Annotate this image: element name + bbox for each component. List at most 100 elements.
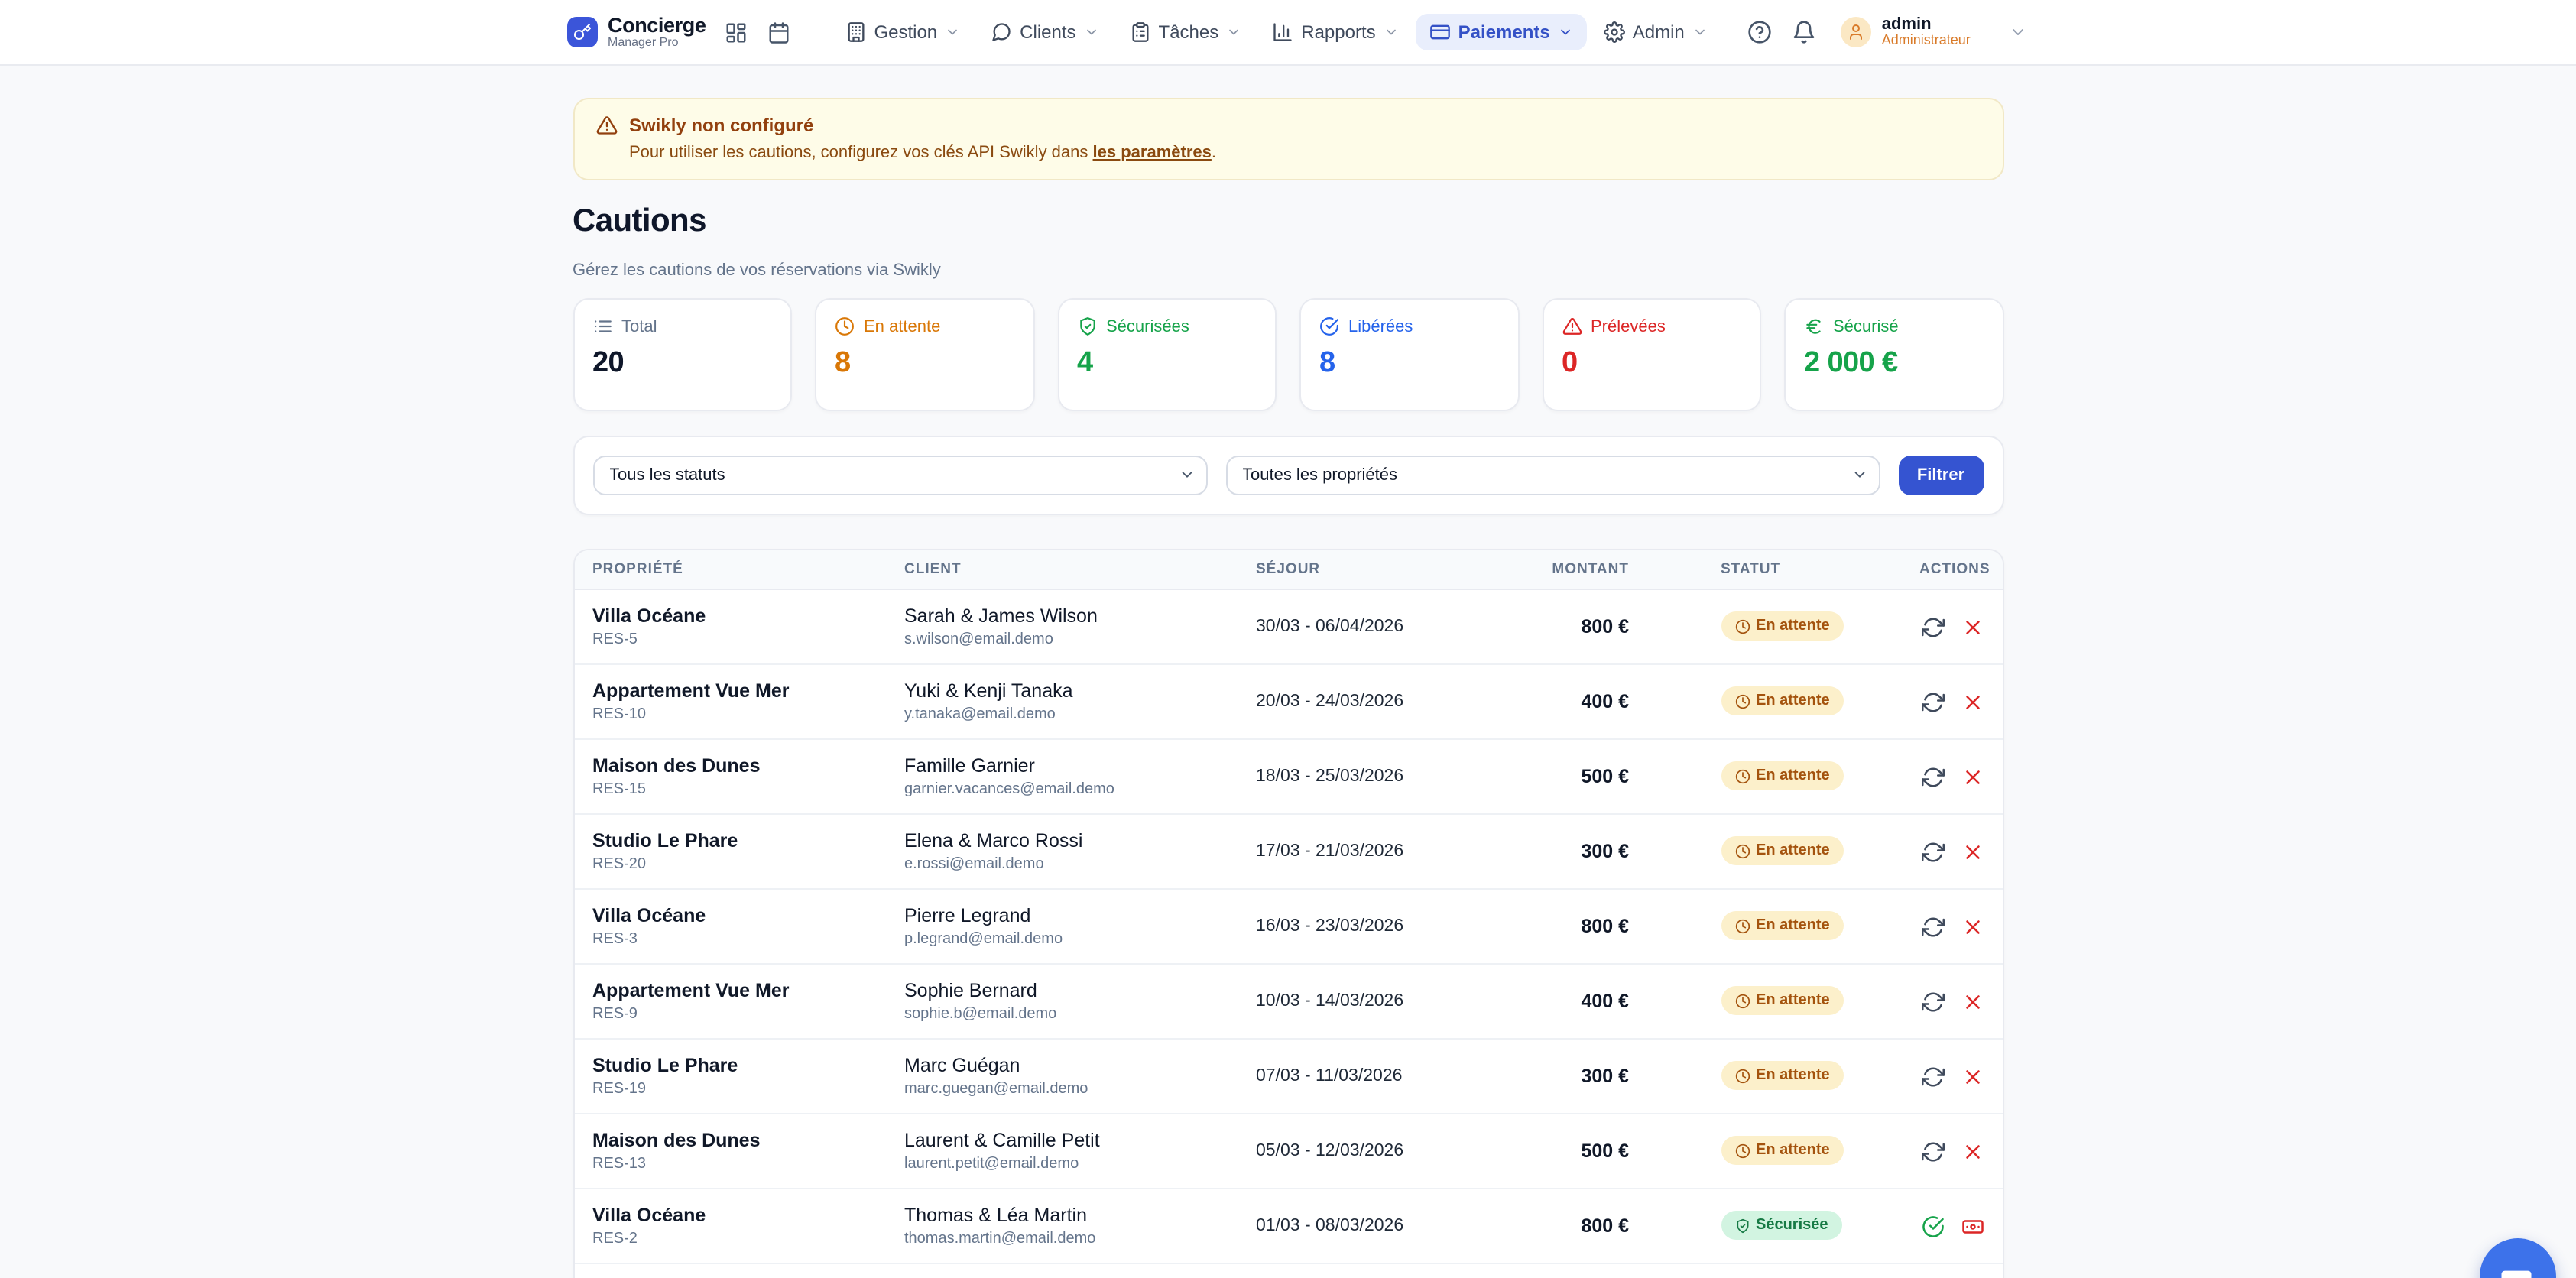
- deposit-amount: 500 €: [1546, 766, 1629, 787]
- user-menu[interactable]: admin Administrateur: [1841, 15, 2027, 49]
- property-filter: Toutes les propriétés: [1225, 456, 1880, 495]
- reservation-ref: RES-10: [592, 706, 904, 723]
- stat-value: 8: [1319, 347, 1499, 381]
- chevron-down-icon: [945, 24, 960, 40]
- notifications-button[interactable]: [1787, 15, 1821, 49]
- property-name: Maison des Dunes: [592, 1130, 904, 1151]
- cancel-deposit-button[interactable]: [1961, 765, 1984, 788]
- cancel-deposit-button[interactable]: [1961, 840, 1984, 863]
- status-select[interactable]: Tous les statuts: [592, 456, 1207, 495]
- release-deposit-button[interactable]: [1921, 1215, 1944, 1237]
- calendar-icon: [767, 21, 790, 44]
- nav-menu-rapports[interactable]: Rapports: [1258, 14, 1412, 50]
- property-name: Maison des Dunes: [592, 755, 904, 777]
- property-name: Villa Océane: [592, 1205, 904, 1226]
- refresh-icon: [1921, 840, 1944, 863]
- circle-check-icon: [1921, 1215, 1944, 1237]
- filters-bar: Tous les statuts Toutes les propriétés F…: [573, 436, 2003, 515]
- refresh-deposit-button[interactable]: [1921, 615, 1944, 638]
- table-row: Villa OcéaneRES-2Thomas & Léa Martinthom…: [574, 1189, 2002, 1264]
- client-email: e.rossi@email.demo: [904, 856, 1256, 873]
- page-title: Cautions: [573, 203, 2003, 240]
- stay-dates: 18/03 - 25/03/2026: [1256, 767, 1546, 786]
- deposit-amount: 400 €: [1546, 991, 1629, 1012]
- chat-widget-button[interactable]: [2480, 1238, 2556, 1278]
- clock-icon: [1734, 994, 1750, 1009]
- stay-dates: 01/03 - 08/03/2026: [1256, 1217, 1546, 1235]
- credit-card-icon: [1429, 21, 1451, 43]
- refresh-deposit-button[interactable]: [1921, 1140, 1944, 1163]
- refresh-deposit-button[interactable]: [1921, 765, 1944, 788]
- client-email: s.wilson@email.demo: [904, 631, 1256, 648]
- nav-menu-tâches[interactable]: Tâches: [1116, 14, 1256, 50]
- shield-check-icon: [1734, 1218, 1750, 1234]
- status-badge: En attente: [1721, 912, 1844, 941]
- clock-icon: [1734, 1069, 1750, 1084]
- status-badge: En attente: [1721, 837, 1844, 866]
- property-name: Villa Océane: [592, 905, 904, 926]
- chevron-down-icon: [1226, 24, 1241, 40]
- client-email: p.legrand@email.demo: [904, 931, 1256, 948]
- stat-card-3: Libérées8: [1299, 298, 1519, 411]
- table-row: Villa OcéaneRES-3Pierre Legrandp.legrand…: [574, 890, 2002, 965]
- stat-card-0: Total20: [573, 298, 792, 411]
- reservation-ref: RES-15: [592, 781, 904, 798]
- settings-link[interactable]: les paramètres: [1093, 144, 1212, 162]
- property-name: Studio Le Phare: [592, 830, 904, 851]
- nav-menu-paiements[interactable]: Paiements: [1416, 14, 1587, 50]
- client-email: sophie.b@email.demo: [904, 1006, 1256, 1023]
- cancel-deposit-button[interactable]: [1961, 990, 1984, 1013]
- refresh-deposit-button[interactable]: [1921, 840, 1944, 863]
- brand[interactable]: Concierge Manager Pro: [566, 15, 706, 50]
- nav-menu-admin[interactable]: Admin: [1590, 14, 1721, 50]
- refresh-icon: [1921, 990, 1944, 1013]
- table-row: Maison des DunesRES-13Laurent & Camille …: [574, 1114, 2002, 1189]
- nav-menu-gestion[interactable]: Gestion: [831, 14, 974, 50]
- help-button[interactable]: [1743, 15, 1776, 49]
- reservation-ref: RES-20: [592, 856, 904, 873]
- chevron-down-icon: [1692, 24, 1708, 40]
- cautions-table: PROPRIÉTÉ CLIENT SÉJOUR MONTANT STATUT A…: [573, 549, 2003, 1278]
- x-icon: [1961, 990, 1984, 1013]
- layout-dashboard-button[interactable]: [719, 16, 751, 48]
- cancel-deposit-button[interactable]: [1961, 915, 1984, 938]
- status-badge: En attente: [1721, 612, 1844, 641]
- swikly-warning-banner: Swikly non configuré Pour utiliser les c…: [573, 98, 2003, 180]
- charge-deposit-button[interactable]: [1961, 1215, 1984, 1237]
- filter-button[interactable]: Filtrer: [1898, 456, 1984, 495]
- stat-value: 8: [835, 347, 1014, 381]
- cancel-deposit-button[interactable]: [1961, 1065, 1984, 1088]
- deposit-amount: 300 €: [1546, 1066, 1629, 1087]
- stat-card-5: Sécurisé2 000 €: [1784, 298, 2003, 411]
- stat-card-2: Sécurisées4: [1057, 298, 1277, 411]
- deposit-amount: 800 €: [1546, 916, 1629, 937]
- banknote-icon: [1961, 1215, 1984, 1237]
- calendar-button[interactable]: [762, 16, 794, 48]
- cancel-deposit-button[interactable]: [1961, 1140, 1984, 1163]
- client-email: marc.guegan@email.demo: [904, 1081, 1256, 1098]
- stat-value: 0: [1562, 347, 1741, 381]
- refresh-deposit-button[interactable]: [1921, 915, 1944, 938]
- refresh-deposit-button[interactable]: [1921, 690, 1944, 713]
- table-row: Maison des DunesRES-15Famille Garniergar…: [574, 740, 2002, 815]
- status-badge: En attente: [1721, 1137, 1844, 1166]
- euro-icon: [1804, 316, 1824, 336]
- stat-value: 4: [1077, 347, 1257, 381]
- table-row: Appartement Vue MerRES-9Sophie Bernardso…: [574, 965, 2002, 1040]
- status-badge: Sécurisée: [1721, 1212, 1842, 1241]
- stay-dates: 30/03 - 06/04/2026: [1256, 618, 1546, 636]
- app-viewport: Concierge Manager Pro GestionClientsTâch…: [0, 0, 2576, 1278]
- chevron-down-icon: [1558, 24, 1573, 40]
- nav-menu-clients[interactable]: Clients: [977, 14, 1112, 50]
- cancel-deposit-button[interactable]: [1961, 690, 1984, 713]
- refresh-deposit-button[interactable]: [1921, 1065, 1944, 1088]
- reservation-ref: RES-13: [592, 1156, 904, 1173]
- stats-cards: Total20En attente8Sécurisées4Libérées8Pr…: [573, 298, 2003, 411]
- stay-dates: 07/03 - 11/03/2026: [1256, 1067, 1546, 1085]
- cancel-deposit-button[interactable]: [1961, 615, 1984, 638]
- property-select[interactable]: Toutes les propriétés: [1225, 456, 1880, 495]
- table-next-row-partial: [574, 1264, 2002, 1278]
- property-name: Appartement Vue Mer: [592, 980, 904, 1001]
- refresh-deposit-button[interactable]: [1921, 990, 1944, 1013]
- client-name: Thomas & Léa Martin: [904, 1205, 1256, 1226]
